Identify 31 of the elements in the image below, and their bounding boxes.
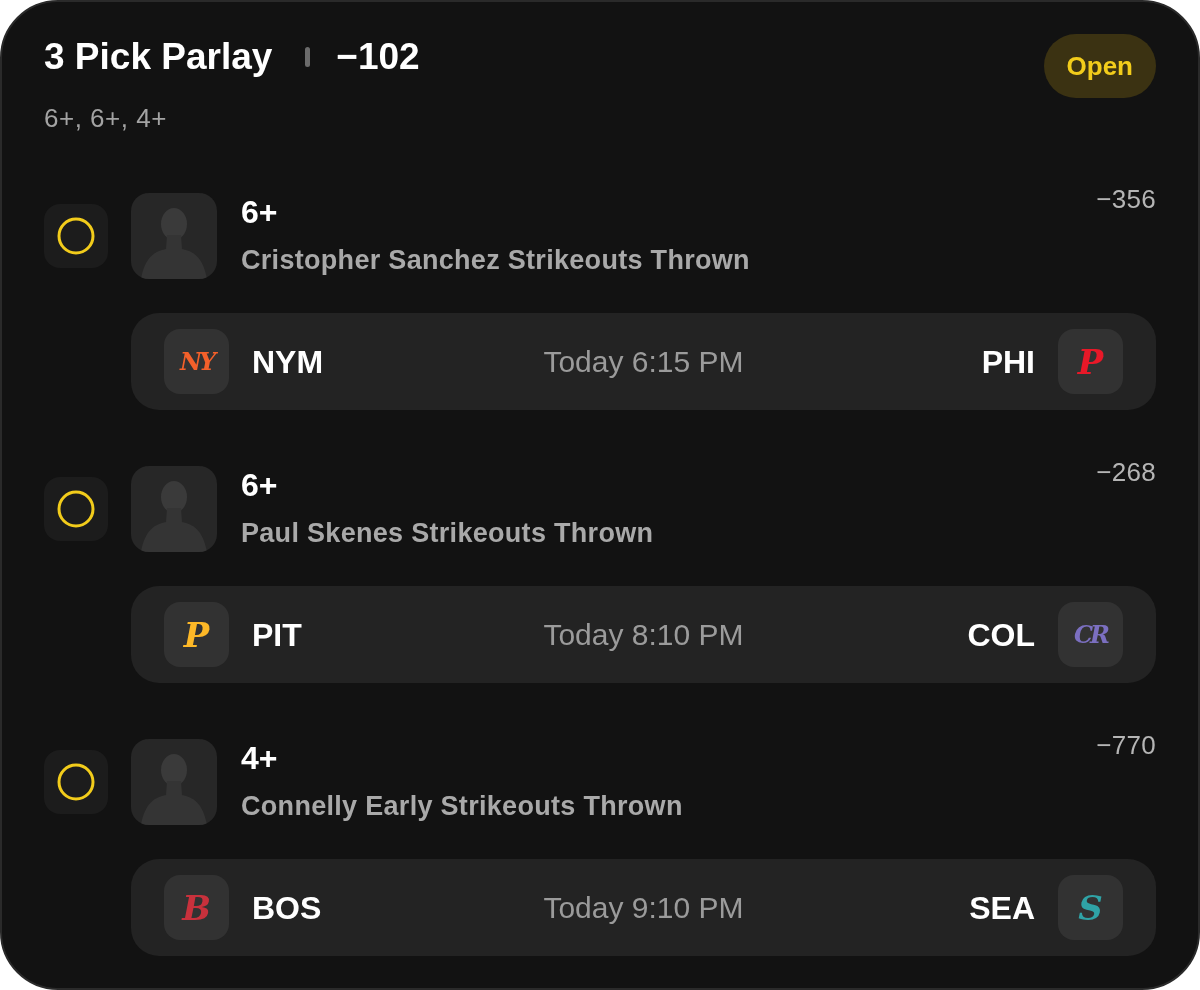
pick-odds: −356 — [1096, 183, 1156, 215]
team-logo: CR — [1058, 602, 1123, 667]
player-silhouette-icon — [131, 466, 217, 552]
pick-odds: −770 — [1096, 729, 1156, 761]
pick-market: Paul Skenes Strikeouts Thrown — [241, 517, 654, 549]
pick-line: 6+ — [241, 194, 278, 231]
team-abbreviation: COL — [967, 615, 1035, 654]
game-time: Today 6:15 PM — [543, 343, 744, 380]
pick-odds: −268 — [1096, 456, 1156, 488]
team-logo: P — [1058, 329, 1123, 394]
pick-market: Cristopher Sanchez Strikeouts Thrown — [241, 244, 750, 276]
team-logo: B — [164, 875, 229, 940]
team-abbreviation: BOS — [252, 888, 322, 927]
pick-line: 6+ — [241, 467, 278, 504]
pick-line: 4+ — [241, 740, 278, 777]
team-abbreviation: SEA — [969, 888, 1035, 927]
game-time: Today 8:10 PM — [543, 616, 744, 653]
player-silhouette-icon — [131, 739, 217, 825]
parlay-odds: −102 — [336, 36, 420, 78]
game-time: Today 9:10 PM — [543, 889, 744, 926]
team-logo: NY — [164, 329, 229, 394]
pick-summary: 6+, 6+, 4+ — [44, 103, 167, 133]
pick-market: Connelly Early Strikeouts Thrown — [241, 790, 683, 822]
player-silhouette-icon — [131, 193, 217, 279]
team-abbreviation: NYM — [252, 342, 324, 381]
team-logo: P — [164, 602, 229, 667]
team-abbreviation: PIT — [252, 615, 302, 654]
team-logo: S — [1058, 875, 1123, 940]
parlay-title: 3 Pick Parlay — [44, 36, 273, 78]
team-abbreviation: PHI — [981, 342, 1035, 381]
status-badge: Open — [1043, 34, 1156, 98]
